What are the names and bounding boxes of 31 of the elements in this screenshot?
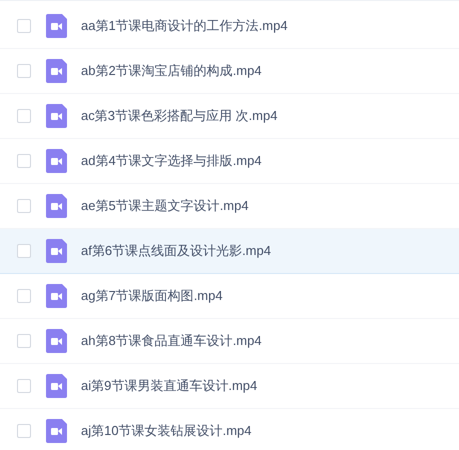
video-file-icon: [46, 104, 67, 128]
checkbox[interactable]: [17, 334, 31, 348]
file-name[interactable]: ab第2节课淘宝店铺的构成.mp4: [81, 61, 262, 81]
checkbox[interactable]: [17, 289, 31, 303]
file-name[interactable]: ae第5节课主题文字设计.mp4: [81, 196, 249, 216]
file-name[interactable]: ad第4节课文字选择与排版.mp4: [81, 151, 262, 171]
file-name[interactable]: ai第9节课男装直通车设计.mp4: [81, 376, 258, 396]
checkbox[interactable]: [17, 379, 31, 393]
video-file-icon: [46, 194, 67, 218]
video-file-icon: [46, 374, 67, 398]
file-row[interactable]: af第6节课点线面及设计光影.mp4: [0, 229, 459, 274]
file-name[interactable]: af第6节课点线面及设计光影.mp4: [81, 241, 271, 261]
video-file-icon: [46, 14, 67, 38]
video-file-icon: [46, 419, 67, 443]
file-name[interactable]: ac第3节课色彩搭配与应用 次.mp4: [81, 106, 278, 126]
checkbox[interactable]: [17, 244, 31, 258]
checkbox[interactable]: [17, 424, 31, 438]
file-name[interactable]: aa第1节课电商设计的工作方法.mp4: [81, 16, 288, 36]
file-name[interactable]: aj第10节课女装钻展设计.mp4: [81, 421, 252, 441]
video-file-icon: [46, 284, 67, 308]
checkbox[interactable]: [17, 64, 31, 78]
checkbox[interactable]: [17, 109, 31, 123]
video-file-icon: [46, 59, 67, 83]
file-name[interactable]: ah第8节课食品直通车设计.mp4: [81, 331, 262, 351]
video-file-icon: [46, 149, 67, 173]
video-file-icon: [46, 329, 67, 353]
checkbox[interactable]: [17, 154, 31, 168]
checkbox[interactable]: [17, 19, 31, 33]
video-file-icon: [46, 239, 67, 263]
file-name[interactable]: ag第7节课版面构图.mp4: [81, 286, 223, 306]
checkbox[interactable]: [17, 199, 31, 213]
